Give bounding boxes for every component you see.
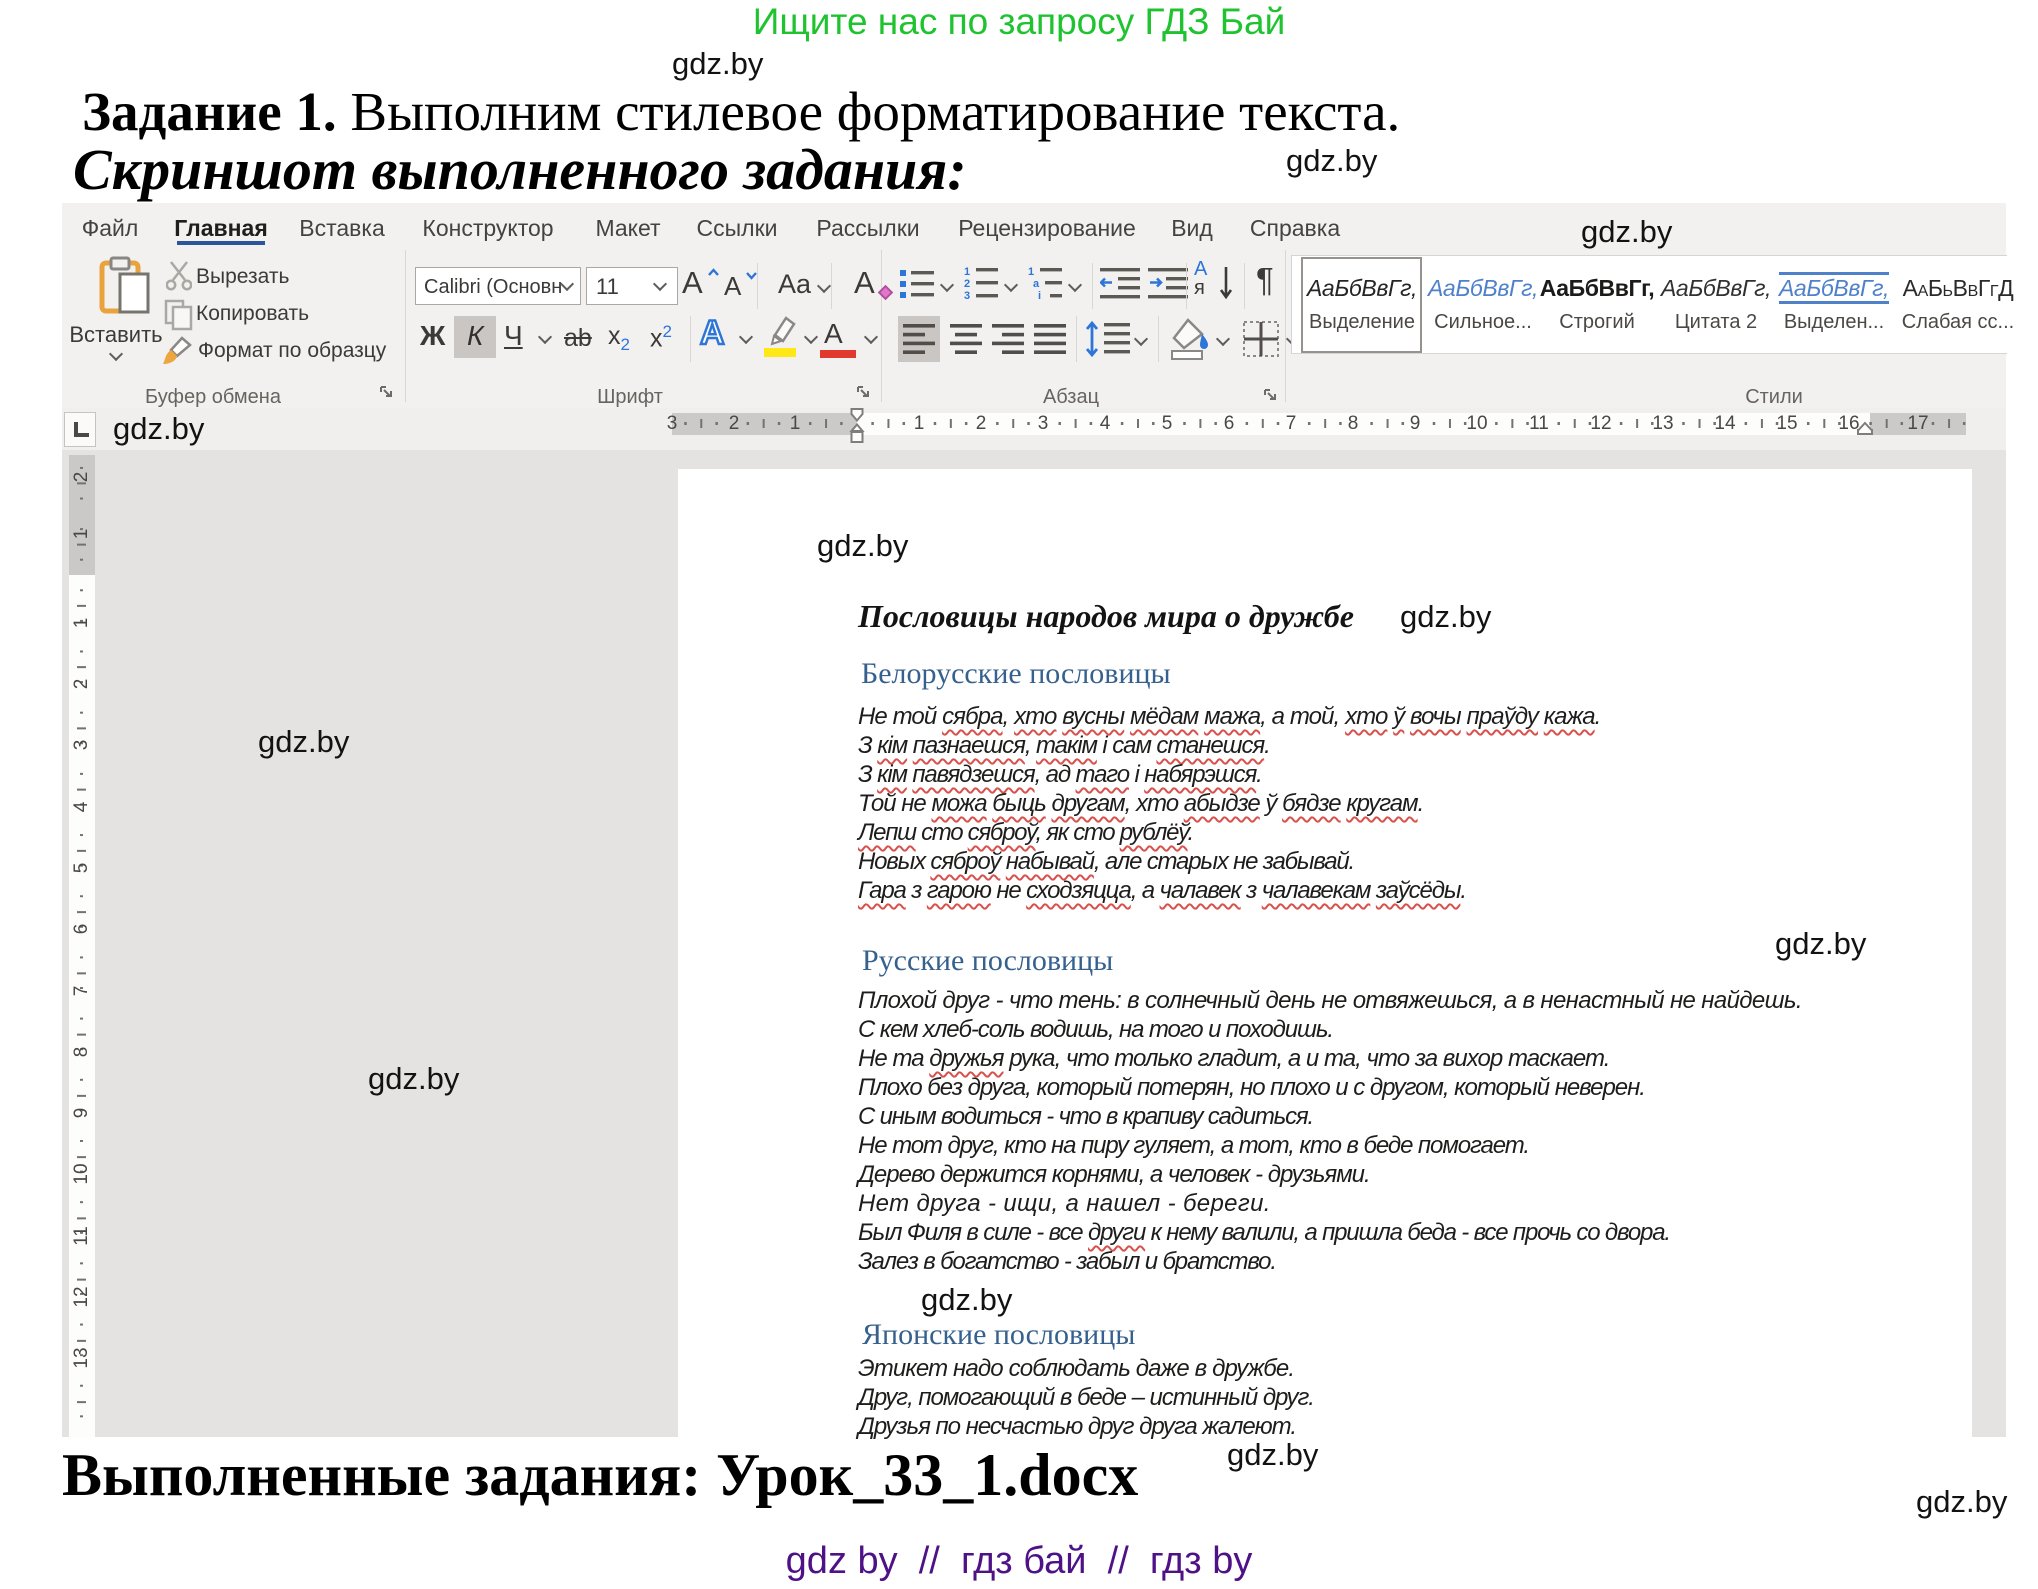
svg-text:1: 1	[964, 266, 970, 278]
svg-text:a: a	[1033, 278, 1040, 290]
svg-text:i: i	[1038, 290, 1041, 301]
svg-text:1: 1	[1028, 266, 1034, 278]
svg-text:3: 3	[964, 290, 970, 301]
svg-text:2: 2	[964, 278, 970, 290]
